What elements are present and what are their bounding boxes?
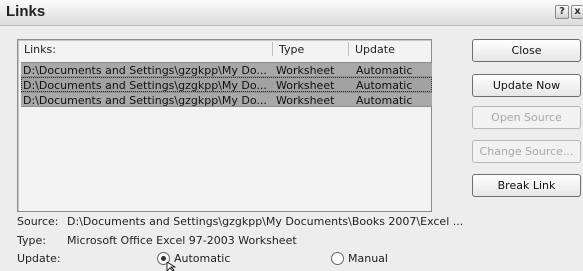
link-type: Worksheet bbox=[276, 94, 335, 107]
header-links[interactable]: Links: bbox=[24, 43, 56, 56]
manual-radio[interactable] bbox=[331, 252, 344, 265]
type-label: Type: bbox=[17, 234, 46, 247]
header-type[interactable]: Type bbox=[279, 43, 304, 56]
type-value: Microsoft Office Excel 97-2003 Worksheet bbox=[67, 234, 297, 247]
radio-selected-dot bbox=[161, 256, 166, 261]
link-row[interactable]: D:\Documents and Settings\gzgkpp\My Do..… bbox=[21, 77, 432, 92]
list-header: Links: Type Update bbox=[18, 40, 431, 58]
link-path: D:\Documents and Settings\gzgkpp\My Do..… bbox=[23, 79, 267, 92]
link-update: Automatic bbox=[356, 79, 413, 92]
link-update: Automatic bbox=[356, 94, 413, 107]
change-source-button[interactable]: Change Source... bbox=[472, 140, 581, 163]
link-type: Worksheet bbox=[276, 79, 335, 92]
link-row[interactable]: D:\Documents and Settings\gzgkpp\My Do..… bbox=[21, 92, 432, 107]
link-row[interactable]: D:\Documents and Settings\gzgkpp\My Do..… bbox=[21, 62, 432, 77]
header-separator bbox=[272, 42, 273, 56]
link-update: Automatic bbox=[356, 64, 413, 77]
source-label: Source: bbox=[17, 215, 59, 228]
link-path: D:\Documents and Settings\gzgkpp\My Do..… bbox=[23, 64, 267, 77]
header-update[interactable]: Update bbox=[355, 43, 395, 56]
open-source-button[interactable]: Open Source bbox=[472, 106, 581, 129]
close-icon[interactable]: x bbox=[571, 5, 583, 19]
links-dialog: Links: Type Update D:\Documents and Sett… bbox=[0, 26, 583, 271]
update-now-button[interactable]: Update Now bbox=[472, 74, 581, 97]
window-title: Links bbox=[6, 3, 46, 20]
update-label: Update: bbox=[17, 252, 61, 265]
automatic-radio-label[interactable]: Automatic bbox=[174, 252, 230, 265]
title-bar: Links ? x bbox=[0, 0, 583, 26]
close-button[interactable]: Close bbox=[472, 39, 581, 62]
break-link-button[interactable]: Break Link bbox=[472, 174, 581, 197]
manual-radio-label[interactable]: Manual bbox=[348, 252, 388, 265]
links-list[interactable]: Links: Type Update D:\Documents and Sett… bbox=[17, 39, 432, 212]
link-path: D:\Documents and Settings\gzgkpp\My Do..… bbox=[23, 94, 267, 107]
link-type: Worksheet bbox=[276, 64, 335, 77]
source-value: D:\Documents and Settings\gzgkpp\My Docu… bbox=[67, 215, 464, 228]
header-separator bbox=[348, 42, 349, 56]
help-icon[interactable]: ? bbox=[555, 5, 569, 19]
mouse-cursor-icon bbox=[166, 262, 177, 271]
